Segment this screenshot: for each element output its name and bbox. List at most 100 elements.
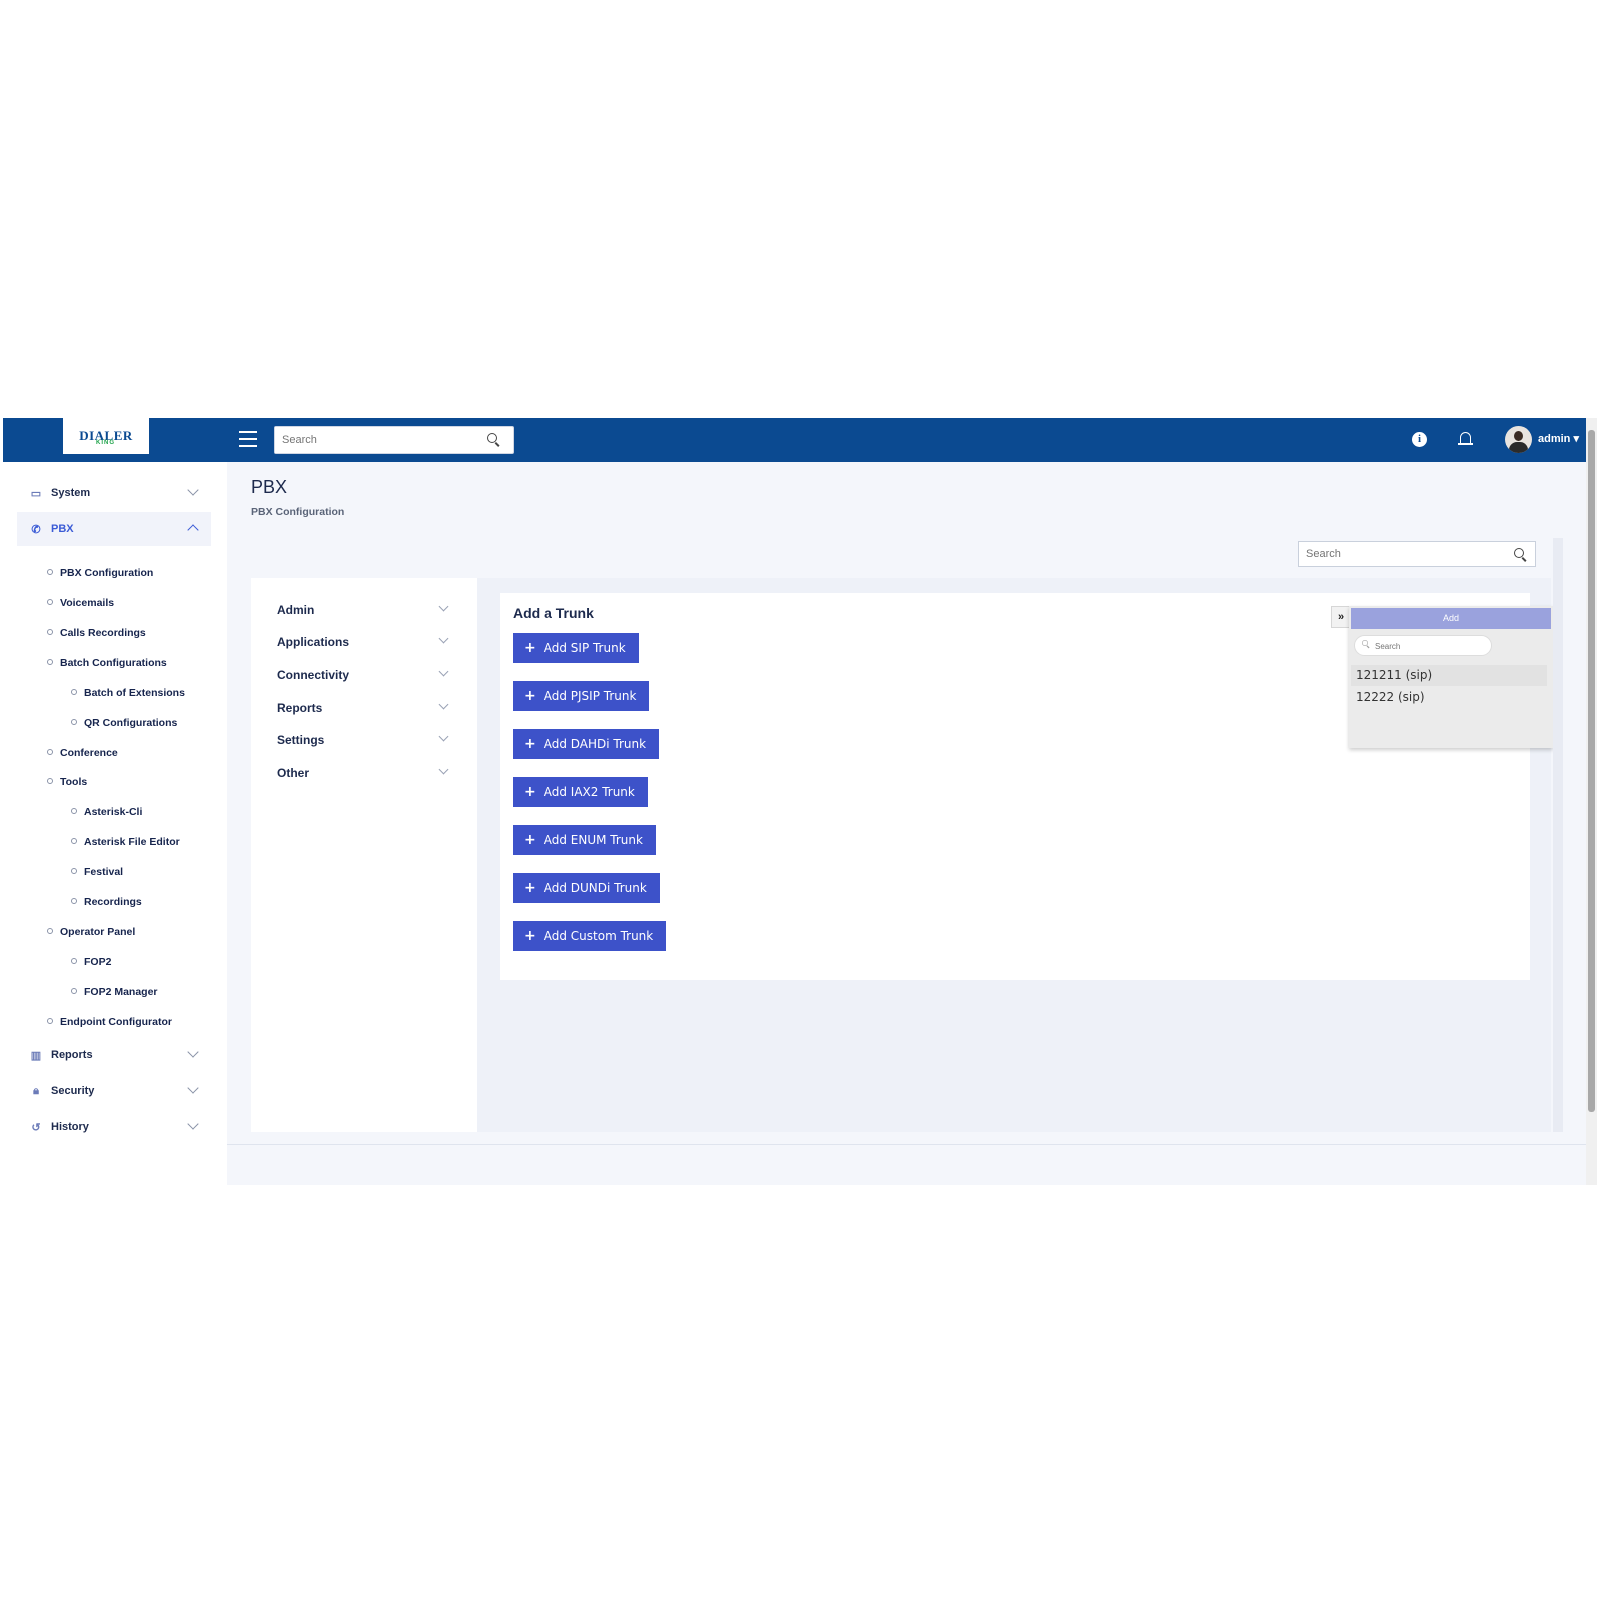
sidebar-item-label: PBX bbox=[51, 523, 74, 535]
category-applications[interactable]: Applications bbox=[277, 633, 451, 649]
button-label: Add PJSIP Trunk bbox=[543, 689, 637, 703]
button-label: Add IAX2 Trunk bbox=[543, 785, 635, 799]
add-iax2-trunk-button[interactable]: + Add IAX2 Trunk bbox=[513, 777, 648, 807]
panel-search-box bbox=[1354, 635, 1492, 656]
sidebar-item-security[interactable]: 🔒︎ Security bbox=[17, 1074, 211, 1108]
bell-icon[interactable] bbox=[1458, 431, 1473, 448]
plus-icon: + bbox=[524, 736, 536, 752]
sidebar-sub-batch-of-extensions[interactable]: Batch of Extensions bbox=[71, 687, 185, 699]
chevron-down-icon bbox=[187, 1082, 199, 1094]
panel-add-button[interactable]: Add bbox=[1351, 608, 1551, 629]
chevron-up-icon bbox=[187, 524, 199, 536]
sidebar-sub-tools[interactable]: Tools bbox=[47, 776, 87, 788]
button-label: Add Custom Trunk bbox=[543, 929, 654, 943]
top-bar: DIALER KING i admin ▾ bbox=[3, 418, 1586, 462]
sidebar-sub-batch-configurations[interactable]: Batch Configurations bbox=[47, 657, 167, 669]
add-dundi-trunk-button[interactable]: + Add DUNDi Trunk bbox=[513, 873, 660, 903]
avatar[interactable] bbox=[1505, 426, 1532, 453]
sidebar-item-label: System bbox=[51, 487, 91, 499]
info-icon[interactable]: i bbox=[1412, 432, 1427, 447]
sidebar-item-label: History bbox=[51, 1121, 89, 1133]
laptop-icon: ▭ bbox=[30, 487, 42, 500]
button-label: Add DAHDi Trunk bbox=[543, 737, 647, 751]
add-dahdi-trunk-button[interactable]: + Add DAHDi Trunk bbox=[513, 729, 660, 759]
lock-icon: 🔒︎ bbox=[33, 1084, 39, 1097]
sidebar-sub-operator-panel[interactable]: Operator Panel bbox=[47, 926, 135, 938]
logo-subtext: KING bbox=[96, 440, 115, 446]
category-label: Reports bbox=[277, 701, 323, 715]
chevron-down-icon bbox=[187, 1046, 199, 1058]
sidebar-sub-recordings[interactable]: Recordings bbox=[71, 896, 142, 908]
add-custom-trunk-button[interactable]: + Add Custom Trunk bbox=[513, 921, 667, 951]
button-label: Add ENUM Trunk bbox=[543, 833, 643, 847]
chevron-down-icon bbox=[438, 764, 449, 775]
module-search-box bbox=[1298, 541, 1536, 567]
search-icon bbox=[1362, 640, 1370, 648]
sidebar-sub-festival[interactable]: Festival bbox=[71, 866, 123, 878]
module-search-input[interactable] bbox=[1299, 542, 1499, 566]
plus-icon: + bbox=[524, 928, 536, 944]
panel-list-item[interactable]: 12222 (sip) bbox=[1351, 687, 1547, 708]
button-label: Add DUNDi Trunk bbox=[543, 881, 647, 895]
sidebar-sub-endpoint-configurator[interactable]: Endpoint Configurator bbox=[47, 1016, 172, 1028]
category-panel: Admin Applications Connectivity Reports … bbox=[251, 578, 477, 1132]
sidebar-sub-asterisk-file-editor[interactable]: Asterisk File Editor bbox=[71, 836, 180, 848]
panel-search-input[interactable] bbox=[1375, 637, 1485, 656]
sidebar-item-reports[interactable]: ▥ Reports bbox=[17, 1038, 211, 1072]
sidebar-sub-calls-recordings[interactable]: Calls Recordings bbox=[47, 627, 146, 639]
search-icon[interactable] bbox=[487, 433, 500, 446]
scrollbar-thumb[interactable] bbox=[1588, 430, 1595, 1112]
content-scrollbar[interactable] bbox=[1553, 538, 1563, 1132]
user-menu-dropdown[interactable]: admin ▾ bbox=[1538, 432, 1579, 445]
search-icon[interactable] bbox=[1514, 548, 1527, 561]
panel-list-item[interactable]: 121211 (sip) bbox=[1351, 665, 1547, 686]
chevron-down-icon bbox=[438, 666, 449, 677]
sidebar-sub-qr-configurations[interactable]: QR Configurations bbox=[71, 717, 177, 729]
sidebar: ▭ System ✆ PBX PBX Configuration Voicema… bbox=[3, 462, 227, 1185]
sidebar-sub-asterisk-cli[interactable]: Asterisk-Cli bbox=[71, 806, 142, 818]
category-admin[interactable]: Admin bbox=[277, 601, 451, 617]
category-label: Other bbox=[277, 766, 310, 780]
user-name: admin bbox=[1538, 433, 1571, 445]
category-label: Connectivity bbox=[277, 668, 350, 682]
category-other[interactable]: Other bbox=[277, 764, 451, 780]
category-connectivity[interactable]: Connectivity bbox=[277, 666, 451, 682]
dialer-king-logo[interactable]: DIALER KING bbox=[63, 418, 149, 454]
button-label: Add SIP Trunk bbox=[543, 641, 626, 655]
history-icon: ↺ bbox=[31, 1121, 41, 1134]
plus-icon: + bbox=[524, 688, 536, 704]
sidebar-sub-fop2-manager[interactable]: FOP2 Manager bbox=[71, 986, 158, 998]
sidebar-sub-fop2[interactable]: FOP2 bbox=[71, 956, 111, 968]
top-search-box bbox=[274, 426, 514, 454]
add-enum-trunk-button[interactable]: + Add ENUM Trunk bbox=[513, 825, 656, 855]
chevron-down-icon bbox=[187, 1118, 199, 1130]
sidebar-item-pbx[interactable]: ✆ PBX bbox=[17, 512, 211, 546]
bar-chart-icon: ▥ bbox=[30, 1049, 42, 1062]
hamburger-menu-icon[interactable] bbox=[239, 431, 257, 447]
category-settings[interactable]: Settings bbox=[277, 731, 451, 747]
chevron-down-icon bbox=[438, 601, 449, 612]
page-scrollbar[interactable] bbox=[1586, 418, 1597, 1185]
category-label: Applications bbox=[277, 635, 350, 649]
add-pjsip-trunk-button[interactable]: + Add PJSIP Trunk bbox=[513, 681, 650, 711]
sidebar-sub-voicemails[interactable]: Voicemails bbox=[47, 597, 114, 609]
sidebar-item-history[interactable]: ↺ History bbox=[17, 1110, 211, 1144]
sidebar-item-label: Reports bbox=[51, 1049, 93, 1061]
category-label: Admin bbox=[277, 603, 315, 617]
chevron-down-icon bbox=[438, 731, 449, 742]
sidebar-item-system[interactable]: ▭ System bbox=[17, 476, 211, 510]
sidebar-item-label: Security bbox=[51, 1085, 95, 1097]
sidebar-sub-pbx-configuration[interactable]: PBX Configuration bbox=[47, 567, 153, 579]
sidebar-sub-conference[interactable]: Conference bbox=[47, 747, 118, 759]
chevron-down-icon bbox=[187, 484, 199, 496]
phone-icon: ✆ bbox=[31, 523, 41, 536]
card-title: Add a Trunk bbox=[513, 605, 594, 621]
plus-icon: + bbox=[524, 832, 536, 848]
category-reports[interactable]: Reports bbox=[277, 699, 451, 715]
top-search-input[interactable] bbox=[275, 427, 475, 453]
trunk-quick-panel: Add 121211 (sip) 12222 (sip) bbox=[1349, 606, 1553, 748]
footer-bar bbox=[227, 1144, 1586, 1185]
chevron-down-icon bbox=[438, 633, 449, 644]
panel-toggle-button[interactable]: » bbox=[1331, 606, 1351, 628]
add-sip-trunk-button[interactable]: + Add SIP Trunk bbox=[513, 633, 639, 663]
